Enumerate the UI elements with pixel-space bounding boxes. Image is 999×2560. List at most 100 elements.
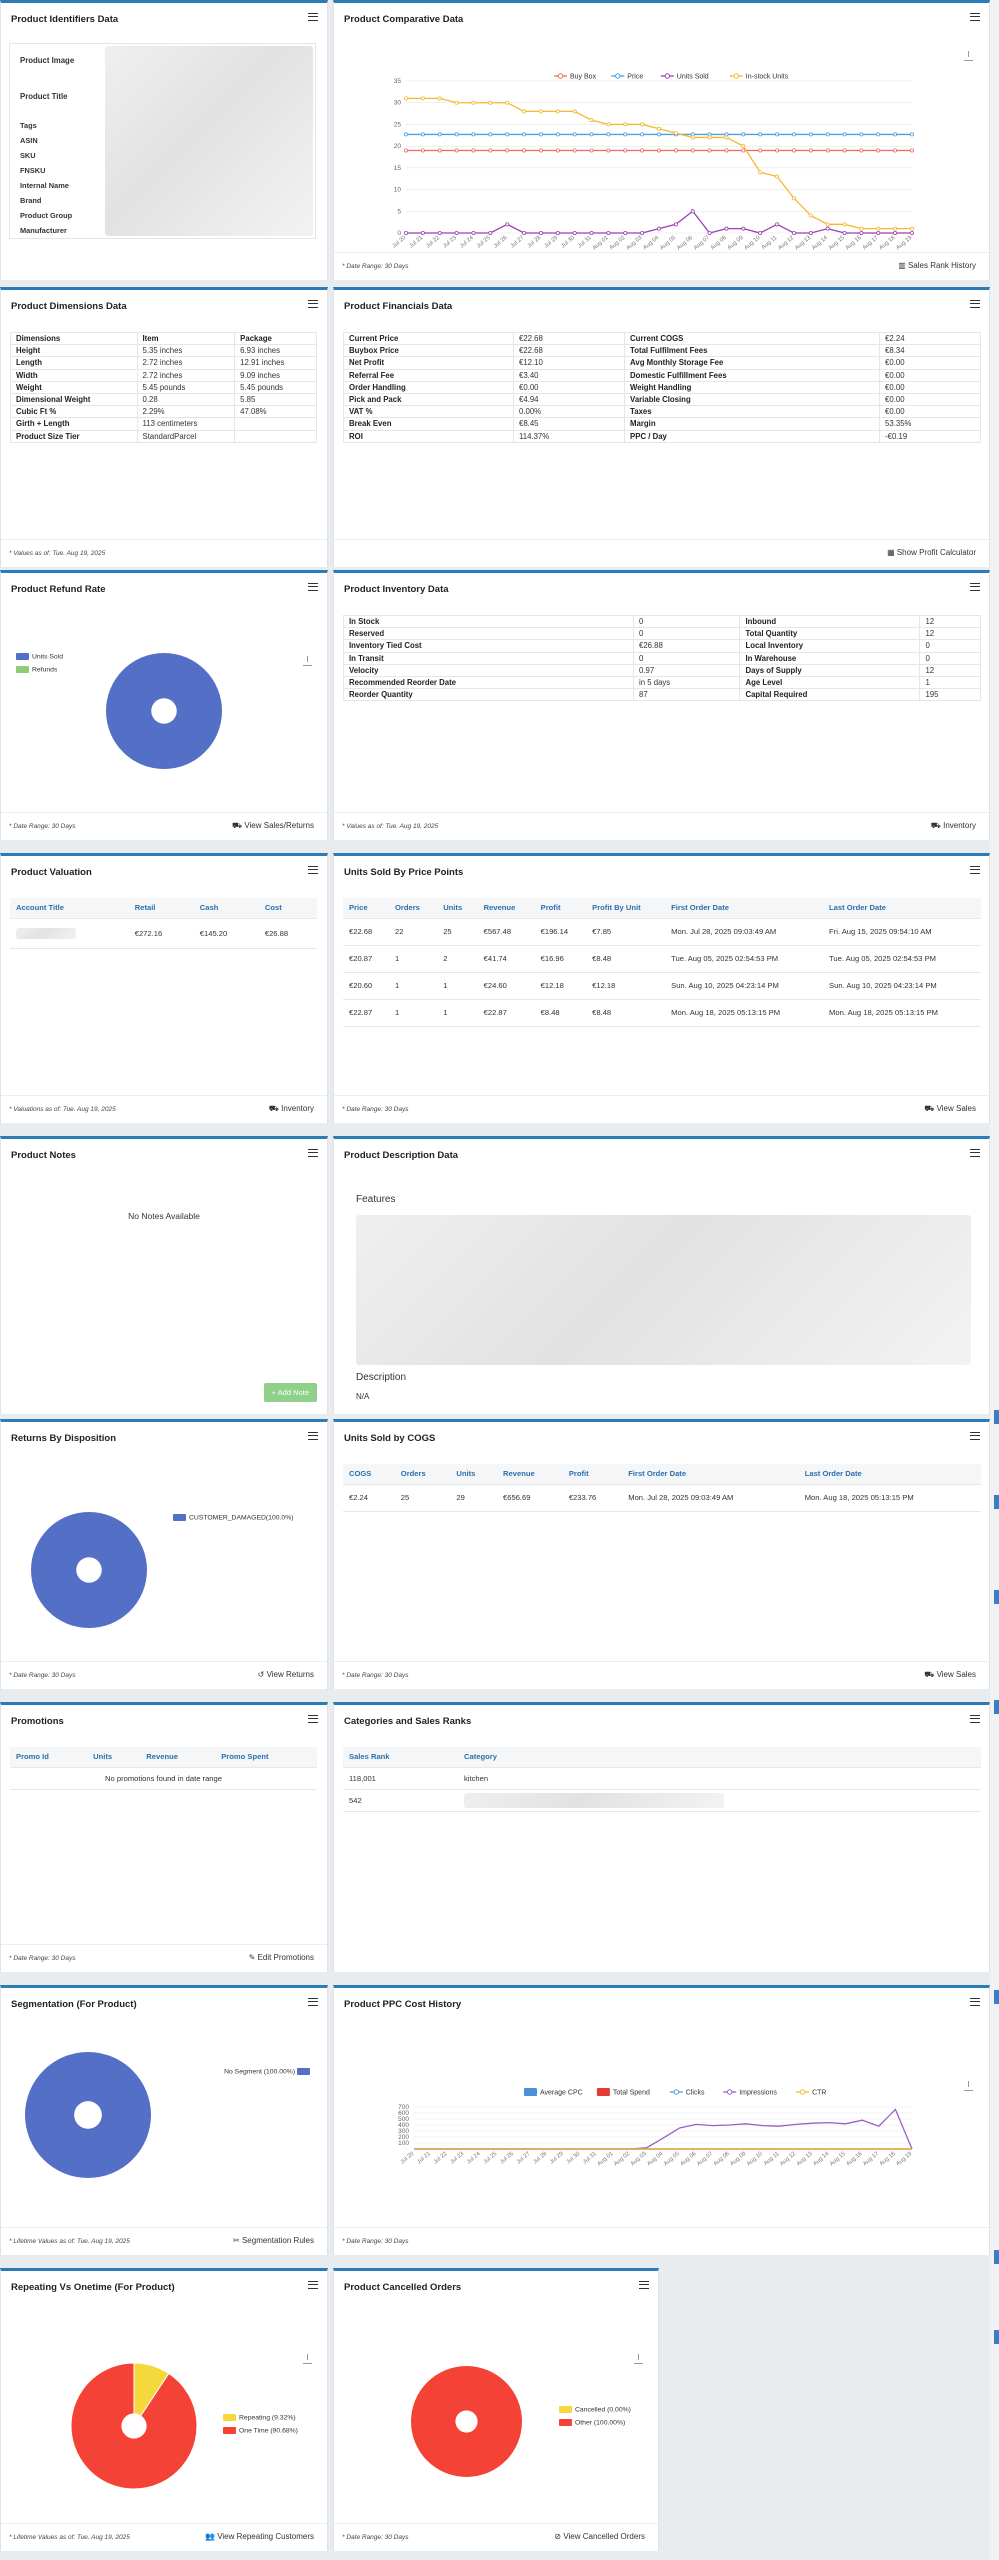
menu-icon[interactable] (970, 1432, 980, 1440)
pie-hole (74, 2101, 102, 2129)
promotions-empty: No promotions found in date range (10, 1767, 317, 1790)
view-returns-button[interactable]: ↺ View Returns (255, 1668, 317, 1681)
menu-icon[interactable] (970, 13, 980, 21)
table-cell: €567.48 (477, 918, 535, 946)
menu-icon[interactable] (639, 2281, 649, 2289)
data-point (876, 132, 881, 137)
data-point (488, 100, 493, 105)
col-header: Revenue (477, 898, 535, 919)
comparative-chart: 05101520253035Jul 20 Jul 21 Jul 22 Jul 23 Ju… (392, 73, 915, 251)
add-note-button[interactable]: + Add Note (263, 1383, 317, 1402)
col-header: Price (343, 898, 389, 919)
page-scrollbar[interactable] (990, 0, 999, 2560)
x-tick-label: Aug 15 (829, 2151, 847, 2167)
menu-icon[interactable] (308, 866, 318, 874)
sales-rank-history-button[interactable]: ▥ Sales Rank History (895, 259, 979, 272)
cancel-icon: ⊘ (554, 2532, 564, 2541)
x-tick-label: Aug 08 (710, 235, 728, 251)
units-by-cogs-panel: Units Sold by COGS COGS Orders Units Revenu… (333, 1419, 990, 1689)
inventory-button[interactable]: ⛟ Inventory (928, 819, 979, 833)
segmentation-rules-button[interactable]: ✂ Segmentation Rules (230, 2234, 317, 2247)
table-row: Width 2.72 inches 9.09 inches (10, 368, 317, 382)
menu-icon[interactable] (308, 1432, 318, 1440)
valuation-table: Account Title Retail Cash Cost €272.16 €145.… (10, 898, 317, 949)
show-profit-calculator-button[interactable]: ▦ Show Profit Calculator (884, 546, 979, 559)
data-point (606, 122, 611, 127)
table-row: Height 5.35 inches 6.93 inches (10, 344, 317, 358)
data-point (437, 230, 442, 235)
data-point (555, 132, 560, 137)
menu-icon[interactable] (308, 13, 318, 21)
data-point (808, 213, 813, 218)
data-point (893, 148, 898, 153)
data-point (572, 230, 577, 235)
table-cell: €8.34 (879, 344, 981, 358)
table-cell: 113 centimeters (136, 417, 236, 431)
table-cell: €22.87 (343, 999, 389, 1027)
data-point (437, 132, 442, 137)
menu-icon[interactable] (308, 1149, 318, 1157)
view-cancelled-orders-button[interactable]: ⊘ View Cancelled Orders (551, 2530, 648, 2543)
table-cell: Mon. Aug 18, 2025 05:13:15 PM (798, 1484, 981, 1512)
table-cell: €22.87 (477, 999, 535, 1027)
menu-icon[interactable] (308, 300, 318, 308)
x-tick-label: Jul 29 (543, 235, 559, 250)
data-point (859, 230, 864, 235)
menu-icon[interactable] (970, 1715, 980, 1723)
sales-rank-cell: 118,001 (343, 1767, 458, 1790)
legend-item: Impressions (723, 2089, 777, 2097)
menu-icon[interactable] (970, 300, 980, 308)
table-cell: 5.85 (234, 392, 317, 407)
view-sales-returns-button[interactable]: ⛟ View Sales/Returns (229, 819, 317, 833)
id-row: ASIN (20, 136, 38, 145)
table-row: Reorder Quantity 87 Capital Required 195 (343, 688, 981, 702)
refund-pie-chart (106, 653, 222, 769)
menu-icon[interactable] (308, 2281, 318, 2289)
menu-icon[interactable] (970, 583, 980, 591)
download-icon[interactable] (303, 2354, 312, 2364)
x-tick-label: Jul 30 (560, 235, 576, 250)
table-cell: In Warehouse (739, 651, 921, 665)
table-cell: €12.18 (586, 972, 666, 1000)
col-header: Units (87, 1747, 141, 1768)
table-cell: Recommended Reorder Date (343, 675, 634, 690)
table-row: Reserved 0 Total Quantity 12 (343, 627, 981, 641)
data-point (808, 230, 813, 235)
menu-icon[interactable] (308, 583, 318, 591)
view-sales-button[interactable]: ⛟ View Sales (921, 1668, 979, 1682)
view-sales-button[interactable]: ⛟ View Sales (921, 1102, 979, 1116)
x-tick-label: Aug 07 (693, 235, 711, 251)
edit-promotions-button[interactable]: ✎ Edit Promotions (246, 1951, 317, 1964)
y-tick-label: 100 (398, 2140, 409, 2147)
col-header: Account Title (10, 898, 129, 919)
download-icon[interactable] (303, 656, 312, 666)
view-repeating-customers-button[interactable]: 👥 View Repeating Customers (202, 2530, 317, 2543)
menu-icon[interactable] (308, 1715, 318, 1723)
data-point (775, 148, 780, 153)
menu-icon[interactable] (970, 1149, 980, 1157)
x-tick-label: Aug 14 (812, 2150, 831, 2167)
table-row: VAT % 0.00% Taxes €0.00 (343, 405, 981, 419)
data-point (910, 230, 915, 235)
y-tick-label: 700 (398, 2104, 409, 2111)
table-cell: Height (10, 344, 138, 358)
id-row: SKU (20, 151, 36, 160)
legend-swatch (297, 2068, 310, 2075)
menu-icon[interactable] (308, 1998, 318, 2006)
download-icon[interactable] (634, 2354, 643, 2364)
scroll-marker (994, 2250, 999, 2264)
data-point (876, 230, 881, 235)
product-financials-panel: Product Financials Data Current Price €22… (333, 287, 990, 567)
data-point (420, 230, 425, 235)
menu-icon[interactable] (970, 866, 980, 874)
panel-title: Product Notes (11, 1150, 76, 1161)
panel-title: Returns By Disposition (11, 1433, 117, 1444)
table-cell: 1 (919, 675, 981, 690)
inventory-button[interactable]: ⛟ Inventory (266, 1102, 317, 1116)
panel-footer: * Valuations as of: Tue. Aug 19, 2025 ⛟ … (1, 1095, 327, 1123)
menu-icon[interactable] (970, 1998, 980, 2006)
data-point (791, 230, 796, 235)
data-point (606, 230, 611, 235)
download-icon[interactable] (964, 2081, 973, 2091)
description-label: Description (356, 1372, 407, 1383)
